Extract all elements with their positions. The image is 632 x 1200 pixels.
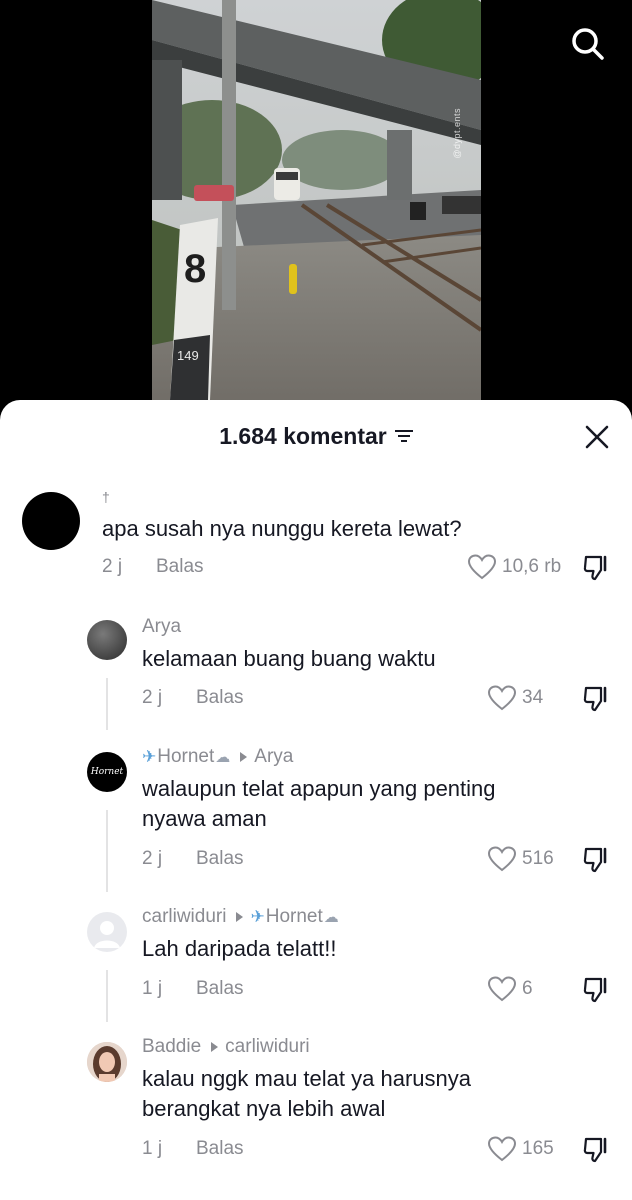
default-avatar-icon <box>94 921 120 948</box>
comment-time: 2 j <box>102 556 123 577</box>
comment-sheet-header: 1.684 komentar <box>0 400 632 472</box>
comment-text: Lah daripada telatt!! <box>142 936 337 961</box>
comment-count: 1.684 komentar <box>219 422 387 449</box>
heart-icon <box>468 554 496 580</box>
reply-button[interactable]: Balas <box>196 848 244 870</box>
avatar[interactable] <box>87 1042 127 1082</box>
comment-item: Baddie carliwiduri kalau nggk mau telat … <box>0 1032 632 1200</box>
comment-time: 2 j <box>142 687 163 708</box>
reply-arrow-icon <box>240 752 248 762</box>
avatar[interactable] <box>87 620 127 660</box>
reply-button[interactable]: Balas <box>196 978 244 1000</box>
like-count: 6 <box>522 978 533 999</box>
profile-photo-icon <box>87 1042 127 1082</box>
close-icon <box>585 425 609 449</box>
comment-time: 1 j <box>142 978 163 999</box>
thumbs-down-icon <box>583 555 607 581</box>
comment-item: carliwiduri ✈ Hornet ☁ Lah daripada tela… <box>0 902 632 1032</box>
username[interactable]: Arya <box>142 616 181 638</box>
heart-icon <box>488 846 516 872</box>
thumbs-down-icon <box>583 686 607 712</box>
comment-text: kelamaan buang buang waktu <box>142 646 436 671</box>
video-scene-image: 8 149 <box>152 0 481 420</box>
comment-text-line: walaupun telat apapun yang penting <box>142 776 496 801</box>
reply-button[interactable]: Balas <box>196 687 244 709</box>
reply-to-username[interactable]: Hornet <box>266 906 323 928</box>
marker-number: 8 <box>184 247 206 291</box>
like-count: 165 <box>522 1138 554 1159</box>
comment-item: Hornet ✈ Hornet ☁ Arya walaupun telat ap… <box>0 742 632 902</box>
like-button[interactable]: 516 <box>488 846 554 872</box>
like-button[interactable]: 34 <box>488 685 543 711</box>
reply-arrow-icon <box>236 912 244 922</box>
dislike-button[interactable] <box>582 685 610 713</box>
like-button[interactable]: 10,6 rb <box>468 554 561 580</box>
video-frame[interactable]: 8 149 <box>152 0 481 420</box>
username-badge: † <box>102 489 110 505</box>
thumbs-down-icon <box>583 977 607 1003</box>
airplane-icon: ✈ <box>250 907 265 926</box>
dislike-button[interactable] <box>582 554 610 582</box>
thumbs-down-icon <box>583 847 607 873</box>
comment-time: 2 j <box>142 848 163 869</box>
comment-time: 1 j <box>142 1138 163 1159</box>
cloud-icon: ☁ <box>323 909 339 926</box>
reply-arrow-icon <box>211 1042 219 1052</box>
reply-to-username[interactable]: carliwiduri <box>225 1036 309 1058</box>
dislike-button[interactable] <box>582 976 610 1004</box>
comment-text-line: kalau nggk mau telat ya harusnya <box>142 1066 471 1091</box>
avatar[interactable]: Hornet <box>87 752 127 792</box>
like-count: 516 <box>522 848 554 869</box>
like-count: 10,6 rb <box>502 556 562 577</box>
search-icon <box>572 28 604 60</box>
video-player[interactable]: 8 149 @dypt.ents <box>0 0 632 420</box>
filter-icon <box>394 430 413 442</box>
cloud-icon: ☁ <box>215 749 231 766</box>
close-button[interactable] <box>584 424 610 450</box>
video-watermark: @dypt.ents <box>452 108 462 159</box>
comment-sheet: 1.684 komentar † apa susah nya nunggu ke… <box>0 400 632 1200</box>
thumbs-down-icon <box>583 1137 607 1163</box>
reply-button[interactable]: Balas <box>156 556 204 578</box>
comment-text-line: berangkat nya lebih awal <box>142 1096 386 1121</box>
heart-icon <box>488 685 516 711</box>
dislike-button[interactable] <box>582 1136 610 1164</box>
avatar-logo-text: Hornet <box>90 767 124 777</box>
post-number: 149 <box>177 348 199 363</box>
reply-button[interactable]: Balas <box>196 1138 244 1160</box>
like-count: 34 <box>522 687 544 708</box>
avatar[interactable] <box>22 492 80 550</box>
airplane-icon: ✈ <box>142 747 157 766</box>
avatar[interactable] <box>87 912 127 952</box>
comment-text: apa susah nya nunggu kereta lewat? <box>102 516 462 541</box>
search-button[interactable] <box>570 26 606 62</box>
reply-to-username[interactable]: Arya <box>254 746 293 768</box>
comment-text-line: nyawa aman <box>142 806 267 831</box>
username[interactable]: carliwiduri <box>142 906 226 928</box>
heart-icon <box>488 976 516 1002</box>
comment-item: † apa susah nya nunggu kereta lewat? 2 j… <box>0 482 632 602</box>
username[interactable]: Baddie <box>142 1036 201 1058</box>
heart-icon <box>488 1136 516 1162</box>
like-button[interactable]: 165 <box>488 1136 554 1162</box>
filter-button[interactable] <box>394 429 413 443</box>
comment-item: Arya kelamaan buang buang waktu 2 j Bala… <box>0 612 632 742</box>
like-button[interactable]: 6 <box>488 976 533 1002</box>
username[interactable]: Hornet <box>157 746 214 768</box>
dislike-button[interactable] <box>582 846 610 874</box>
